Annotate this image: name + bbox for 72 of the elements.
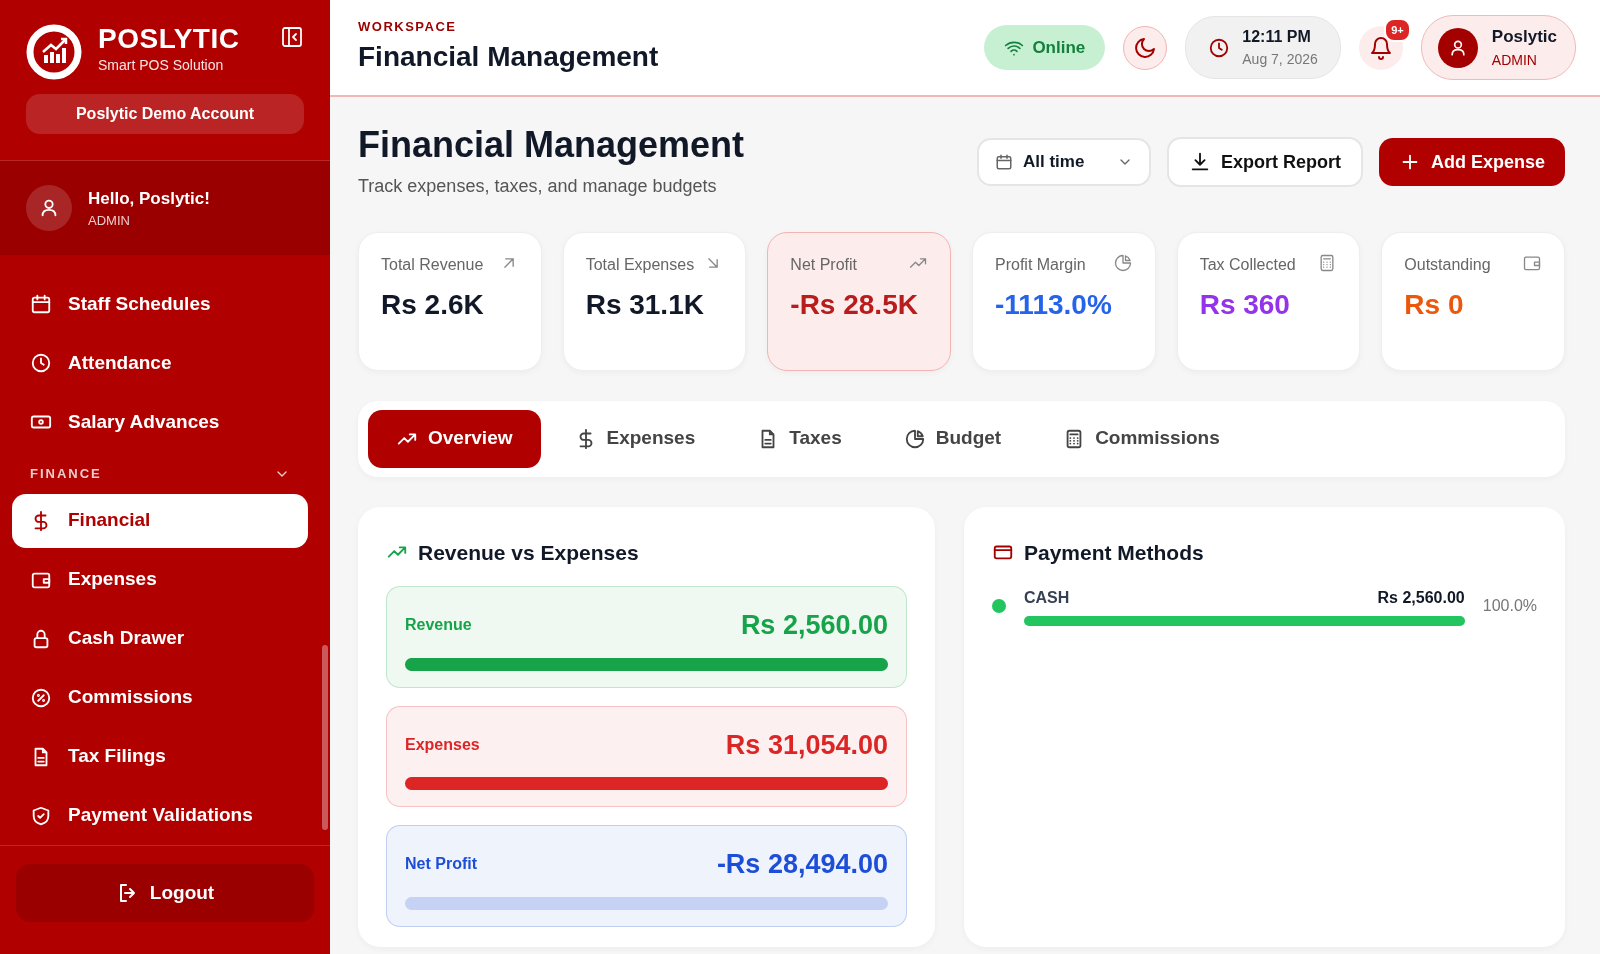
date-range-dropdown[interactable]: All time [976, 138, 1151, 186]
stat-label: Tax Collected [1199, 254, 1296, 275]
add-expense-button[interactable]: Add Expense [1378, 138, 1565, 186]
percent-icon [30, 686, 52, 709]
summary-label: Revenue [405, 615, 472, 636]
section-toggle[interactable]: FINANCE [12, 454, 308, 494]
sidebar-toggle-icon [280, 24, 304, 49]
moon-icon [1133, 35, 1158, 60]
sidebar-item[interactable]: Cash Drawer [12, 611, 308, 666]
sidebar-item[interactable]: Financial [12, 493, 308, 548]
brand-name: POSLYTIC [98, 24, 241, 55]
stat-value: Rs 2.6K [381, 287, 485, 322]
profile-role: ADMIN [1491, 50, 1538, 70]
section-label: FINANCE [30, 465, 102, 483]
stat-value: Rs 360 [1199, 287, 1291, 322]
online-status: Online [984, 24, 1106, 71]
page-subtitle: Track expenses, taxes, and manage budgets [358, 174, 718, 198]
summary-amount: Rs 2,560.00 [740, 609, 888, 643]
sidebar-item[interactable]: Tax Filings [12, 729, 308, 784]
user-role: ADMIN [88, 212, 131, 230]
clock-icon [1208, 36, 1231, 59]
sidebar-item[interactable]: Payment Validations [12, 788, 308, 843]
stat-value: Rs 31.1K [585, 287, 705, 322]
tab[interactable]: Overview [368, 409, 541, 468]
stat-label: Total Expenses [585, 254, 695, 275]
header-title: Financial Management [358, 40, 660, 75]
stat-label: Net Profit [790, 254, 857, 275]
logout-button[interactable]: Logout [16, 864, 314, 922]
panel-title: Payment Methods [1024, 539, 1204, 566]
account-name: Poslytic Demo Account [26, 94, 304, 134]
sidebar-item[interactable]: Attendance [12, 336, 308, 390]
stat-label: Total Revenue [381, 254, 484, 275]
stat-label: Profit Margin [995, 254, 1086, 275]
sidebar-item[interactable]: Staff Schedules [12, 277, 308, 331]
calendar-icon [30, 293, 52, 315]
bell-icon [1368, 35, 1393, 60]
collapse-sidebar-button[interactable] [280, 24, 304, 49]
export-button[interactable]: Export Report [1166, 137, 1363, 187]
sidebar-item[interactable]: Commissions [12, 670, 308, 725]
stat-label: Outstanding [1404, 254, 1491, 275]
method-amount: Rs 2,560.00 [1377, 588, 1465, 609]
stat-value: Rs 0 [1404, 287, 1465, 322]
logo [26, 24, 82, 80]
method-share: 100.0% [1482, 596, 1537, 617]
clock-icon [30, 352, 52, 374]
panel-title: Revenue vs Expenses [418, 539, 639, 566]
clock-time: 12:11 PM [1242, 27, 1312, 47]
shield-icon [30, 804, 52, 827]
workspace-label: WORKSPACE [358, 17, 458, 36]
sidebar-item[interactable]: Expenses [12, 552, 308, 607]
brand-tagline: Smart POS Solution [98, 55, 225, 75]
tab[interactable]: Budget [875, 409, 1030, 468]
tab[interactable]: Commissions [1035, 409, 1248, 468]
page-title: Financial Management [358, 125, 746, 165]
profile-name: Poslytic [1491, 26, 1557, 49]
tab[interactable]: Taxes [729, 409, 870, 468]
scrollbar[interactable] [322, 645, 328, 830]
summary-amount: Rs 31,054.00 [725, 728, 888, 762]
sidebar-item[interactable]: Salary Advances [12, 395, 308, 449]
calendar-icon [994, 153, 1013, 171]
clock-date: Aug 7, 2026 [1242, 50, 1318, 69]
pie-chart-icon [1112, 252, 1133, 273]
method-name: CASH [1024, 588, 1070, 609]
tab[interactable]: Expenses [546, 409, 724, 468]
summary-amount: -Rs 28,494.00 [716, 848, 888, 882]
stat-value: -1113.0% [995, 287, 1113, 322]
notification-badge: 9+ [1384, 17, 1411, 42]
summary-label: Expenses [405, 734, 480, 755]
user-greeting: Hello, Poslytic! [88, 187, 210, 210]
summary-label: Net Profit [405, 854, 477, 875]
pie-chart-icon [903, 427, 926, 450]
stat-value: -Rs 28.5K [790, 287, 919, 322]
